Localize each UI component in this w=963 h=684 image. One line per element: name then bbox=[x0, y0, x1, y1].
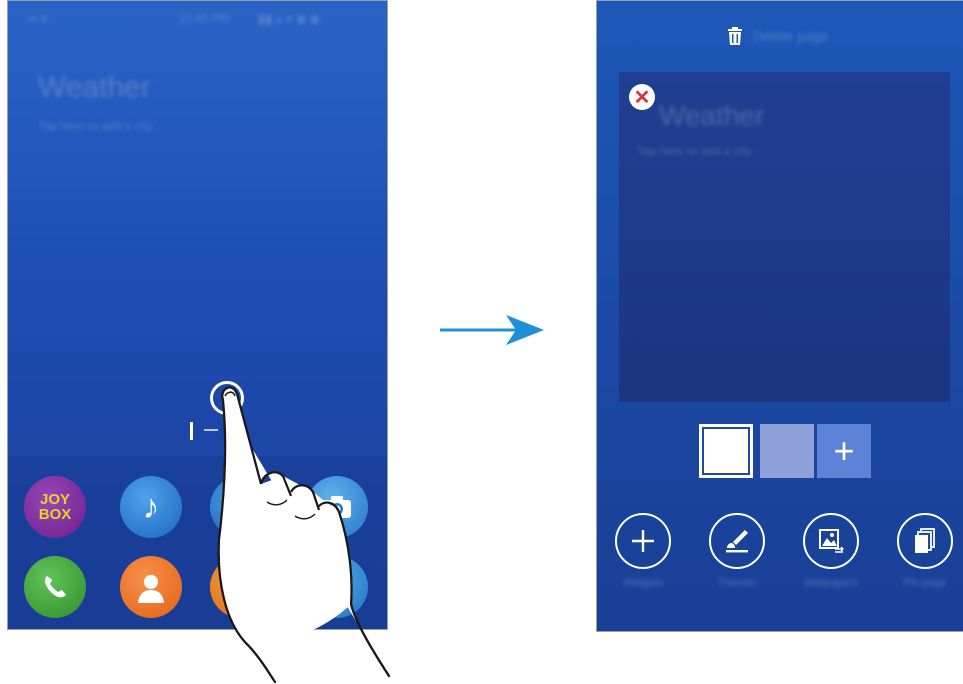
close-icon: ✕ bbox=[633, 86, 651, 109]
joybox-label: JOY BOX bbox=[38, 491, 72, 523]
weather-widget-subtitle[interactable]: Tap here to add a city bbox=[38, 119, 153, 133]
pages-icon bbox=[915, 528, 935, 553]
status-signal: ▪▪ ▾ bbox=[28, 11, 48, 26]
wallpapers-button[interactable] bbox=[803, 513, 859, 569]
remove-page-label: Delete page bbox=[753, 28, 829, 44]
themes-label: Themes bbox=[717, 577, 757, 589]
plus-icon: + bbox=[833, 430, 855, 471]
transition-arrow-icon bbox=[440, 315, 544, 345]
themes-button[interactable] bbox=[709, 513, 765, 569]
widgets-button[interactable] bbox=[615, 513, 671, 569]
wallpaper-icon bbox=[819, 529, 844, 553]
pin-page-button[interactable] bbox=[897, 513, 953, 569]
phone-icon[interactable] bbox=[24, 556, 86, 618]
page-thumbnail-1[interactable] bbox=[699, 424, 753, 478]
remove-page-area[interactable]: Delete page bbox=[727, 27, 829, 45]
preview-weather-title: Weather bbox=[659, 100, 765, 131]
phone-glyph bbox=[44, 576, 66, 598]
trash-icon bbox=[728, 27, 742, 45]
joybox-icon[interactable]: JOY BOX bbox=[24, 476, 86, 538]
person-glyph bbox=[138, 575, 164, 603]
wallpapers-label: Wallpapers bbox=[803, 577, 859, 589]
music-note-icon[interactable]: ♪ bbox=[120, 476, 182, 538]
status-icons: ▮▮ ▴ ▾ ◆ ◆ bbox=[258, 11, 320, 26]
add-circle-icon bbox=[632, 530, 654, 552]
home-screen-edit-mode: Delete page Weather Tap here to add a ci… bbox=[596, 0, 963, 632]
weather-widget-title[interactable]: Weather bbox=[38, 71, 151, 105]
brush-icon bbox=[726, 530, 748, 553]
add-page-button[interactable]: + bbox=[817, 424, 871, 478]
status-bar: ▪▪ ▾ 12:45 PM ▮▮ ▴ ▾ ◆ ◆ bbox=[8, 1, 387, 35]
music-glyph: ♪ bbox=[142, 487, 160, 526]
page-indicator bbox=[190, 422, 193, 440]
widgets-label: Widgets bbox=[623, 577, 663, 589]
remove-widget-button[interactable]: ✕ bbox=[629, 84, 655, 110]
status-time: 12:45 PM bbox=[178, 11, 230, 25]
hand-tap-hold-icon bbox=[217, 386, 391, 684]
preview-weather-subtitle: Tap here to add a city bbox=[637, 144, 752, 158]
pin-page-label: Pin page bbox=[903, 577, 947, 589]
page-preview[interactable]: Weather Tap here to add a city ✕ bbox=[619, 72, 950, 402]
contacts-icon[interactable] bbox=[120, 556, 182, 618]
page-thumbnail-2[interactable] bbox=[760, 424, 814, 478]
